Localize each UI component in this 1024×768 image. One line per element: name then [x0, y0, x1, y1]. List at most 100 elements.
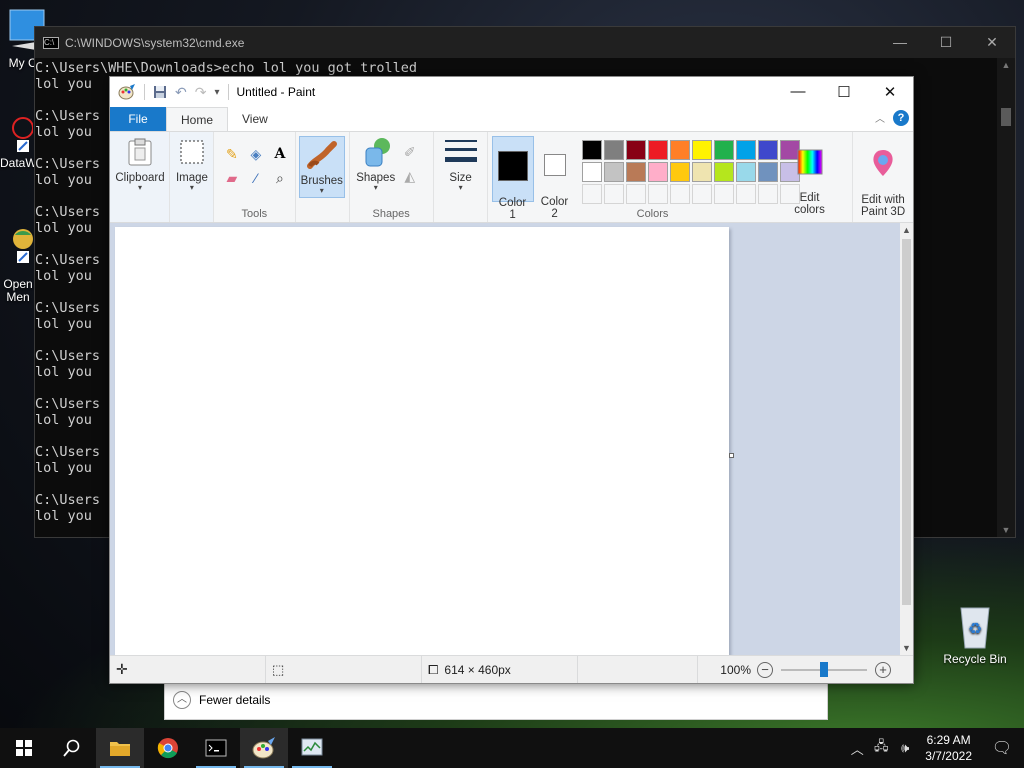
taskbar-chrome[interactable] — [144, 728, 192, 768]
save-icon[interactable] — [153, 85, 167, 99]
volume-icon[interactable]: 🕪 — [893, 740, 917, 756]
clock-date: 3/7/2022 — [925, 749, 972, 763]
customize-qat-icon[interactable]: ▾ — [214, 87, 219, 98]
color-swatch[interactable] — [625, 162, 646, 182]
cmd-titlebar[interactable]: C:\ C:\WINDOWS\system32\cmd.exe — ☐ ✕ — [35, 27, 1015, 58]
clipboard-button[interactable]: Clipboard ▾ — [114, 136, 166, 192]
custom-color-slot[interactable] — [581, 184, 602, 204]
color-swatch[interactable] — [581, 162, 602, 182]
custom-color-slot[interactable] — [625, 184, 646, 204]
color-swatch[interactable] — [713, 140, 734, 160]
collapse-ribbon-icon[interactable]: ︿ — [875, 110, 885, 125]
minimize-icon[interactable]: — — [775, 83, 821, 101]
color-swatch[interactable] — [735, 162, 756, 182]
color-swatch[interactable] — [581, 140, 602, 160]
scroll-down-icon[interactable]: ▼ — [900, 643, 913, 653]
edit-colors-button[interactable]: Edit colors — [790, 136, 830, 216]
custom-color-slot[interactable] — [603, 184, 624, 204]
size-button[interactable]: Size ▾ — [440, 136, 482, 192]
tab-home[interactable]: Home — [166, 107, 229, 131]
image-size-cell: ⧠ 614 × 460px — [422, 656, 578, 683]
notification-icon[interactable]: 🗨 — [980, 738, 1024, 758]
color-swatch[interactable] — [691, 162, 712, 182]
magnifier-icon[interactable]: ⌕ — [270, 168, 290, 188]
edit-with-paint3d-button[interactable]: Edit with Paint 3D — [855, 136, 911, 218]
custom-color-slot[interactable] — [647, 184, 668, 204]
zoom-controls: 100% − + — [720, 661, 913, 678]
color-swatch[interactable] — [625, 140, 646, 160]
scroll-up-icon[interactable]: ▲ — [900, 225, 913, 235]
custom-color-slot[interactable] — [713, 184, 734, 204]
custom-color-slot[interactable] — [735, 184, 756, 204]
search-button[interactable] — [48, 728, 96, 768]
eraser-icon[interactable]: ▰ — [222, 168, 242, 188]
color-picker-icon[interactable]: ⁄ — [246, 168, 266, 188]
close-icon[interactable]: ✕ — [867, 83, 913, 101]
taskbar-cmd[interactable] — [192, 728, 240, 768]
network-icon[interactable]: 🖧 — [869, 737, 893, 759]
close-icon[interactable]: ✕ — [969, 34, 1015, 51]
scroll-down-icon[interactable]: ▼ — [997, 525, 1015, 535]
color-swatch[interactable] — [735, 140, 756, 160]
scrollbar-thumb[interactable] — [1001, 108, 1011, 126]
desktop-icon-datawrapper[interactable]: DataW — [0, 110, 37, 170]
paint-window[interactable]: ↶ ↷ ▾ Untitled - Paint — ☐ ✕ File Home V… — [109, 76, 914, 684]
zoom-slider[interactable] — [781, 661, 867, 677]
paint-app-icon[interactable] — [118, 84, 136, 100]
cmd-scrollbar[interactable]: ▲ ▼ — [997, 58, 1015, 537]
redo-icon[interactable]: ↷ — [195, 84, 207, 101]
color-swatch[interactable] — [757, 162, 778, 182]
color-swatch[interactable] — [603, 162, 624, 182]
zoom-in-icon[interactable]: + — [875, 661, 891, 678]
color-swatch[interactable] — [757, 140, 778, 160]
color1-button[interactable]: Color 1 — [491, 136, 534, 221]
text-icon[interactable]: A — [270, 144, 290, 164]
chevron-up-icon[interactable]: ︿ — [845, 739, 869, 758]
brushes-button[interactable]: Brushes ▾ — [298, 136, 345, 198]
scroll-up-icon[interactable]: ▲ — [997, 60, 1015, 70]
vertical-scrollbar[interactable]: ▲ ▼ — [900, 223, 913, 655]
desktop-icon-open-menu[interactable]: Open Men — [0, 210, 36, 304]
chevron-up-icon[interactable]: ︿ — [173, 691, 191, 709]
maximize-icon[interactable]: ☐ — [923, 34, 969, 51]
color-swatch[interactable] — [669, 162, 690, 182]
tab-view[interactable]: View — [228, 107, 282, 131]
pencil-icon[interactable]: ✎ — [222, 144, 242, 164]
color-swatch[interactable] — [691, 140, 712, 160]
start-button[interactable] — [0, 728, 48, 768]
custom-color-slot[interactable] — [757, 184, 778, 204]
zoom-out-icon[interactable]: − — [757, 661, 773, 678]
undo-icon[interactable]: ↶ — [175, 84, 187, 101]
taskbar-file-explorer[interactable] — [96, 728, 144, 768]
scrollbar-thumb[interactable] — [902, 239, 911, 605]
image-button[interactable]: Image ▾ — [174, 136, 210, 192]
fewer-details-link[interactable]: Fewer details — [199, 693, 270, 707]
custom-color-slot[interactable] — [691, 184, 712, 204]
minimize-icon[interactable]: — — [877, 34, 923, 51]
help-icon[interactable]: ? — [893, 110, 909, 126]
canvas-area[interactable] — [110, 223, 900, 655]
clock[interactable]: 6:29 AM 3/7/2022 — [917, 732, 980, 764]
color-swatch[interactable] — [647, 140, 668, 160]
task-manager-icon — [301, 738, 323, 756]
color-swatch[interactable] — [669, 140, 690, 160]
fill-icon[interactable]: ◈ — [246, 144, 266, 164]
taskbar-paint[interactable] — [240, 728, 288, 768]
desktop-icon-recycle-bin[interactable]: ♻ Recycle Bin — [940, 602, 1010, 666]
color-swatch[interactable] — [713, 162, 734, 182]
maximize-icon[interactable]: ☐ — [821, 83, 867, 101]
color-swatch[interactable] — [647, 162, 668, 182]
image-size-icon: ⧠ — [428, 661, 439, 677]
fill-shape-icon[interactable]: ◭ — [400, 166, 420, 186]
tab-file[interactable]: File — [110, 107, 166, 131]
zoom-slider-thumb[interactable] — [820, 661, 828, 677]
shapes-button[interactable]: Shapes ▾ — [354, 136, 398, 192]
shapes-icon — [360, 136, 392, 168]
outline-icon[interactable]: ✐ — [400, 142, 420, 162]
taskbar-task-manager[interactable] — [288, 728, 336, 768]
resize-handle-right[interactable] — [729, 453, 734, 458]
paint-titlebar[interactable]: ↶ ↷ ▾ Untitled - Paint — ☐ ✕ — [110, 77, 913, 107]
color-swatch[interactable] — [603, 140, 624, 160]
custom-color-slot[interactable] — [669, 184, 690, 204]
drawing-canvas[interactable] — [115, 227, 729, 655]
